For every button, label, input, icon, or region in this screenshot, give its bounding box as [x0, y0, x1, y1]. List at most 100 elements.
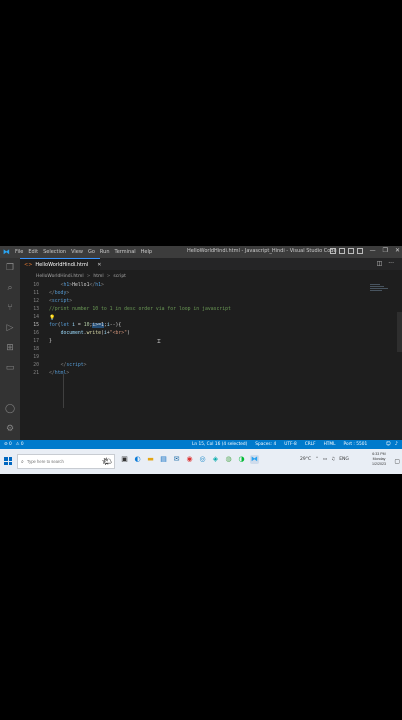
taskbar-clock[interactable]: 6:33 PM Monday 1/2/2023 [368, 452, 390, 467]
editor-scrollbar[interactable] [397, 312, 402, 352]
html-file-icon: <> [24, 261, 33, 268]
tray-chevron-icon[interactable]: ⌃ [315, 457, 319, 462]
file-explorer-icon[interactable]: ▬ [146, 455, 155, 464]
mail-icon[interactable]: ✉ [172, 455, 181, 464]
customize-layout-icon[interactable] [357, 248, 363, 254]
cursor-position[interactable]: Ln 15, Col 16 (4 selected) [192, 442, 247, 447]
minimap-line [370, 288, 388, 289]
close-tab-icon[interactable]: ✕ [97, 262, 101, 268]
line-code: for(let i = 10;i>=1;i--){ [49, 322, 121, 330]
lightbulb-icon[interactable]: 💡 [49, 315, 55, 321]
breadcrumb-script[interactable]: script [113, 274, 126, 279]
menu-run[interactable]: Run [100, 249, 110, 255]
code-line[interactable]: 10 <h1>Hello1</h1> [20, 282, 382, 290]
minimize-button[interactable]: — [370, 247, 376, 254]
menu-terminal[interactable]: Terminal [115, 249, 136, 255]
code-line[interactable]: 18 [20, 346, 382, 354]
remote-icon[interactable]: ▭ [5, 363, 15, 373]
menu-help[interactable]: Help [141, 249, 152, 255]
run-debug-icon[interactable]: ▷ [5, 323, 15, 333]
system-tray: 29°C ⌃ ▭ ♫ ENG [300, 457, 349, 462]
search-icon[interactable]: ⌕ [5, 283, 15, 293]
taskbar-search[interactable]: ⌕ 🌤 [17, 454, 115, 469]
clock-date: 1/2/2023 [372, 462, 386, 466]
editor-actions: ◫ ··· [377, 260, 394, 267]
close-window-button[interactable]: ✕ [395, 247, 400, 254]
code-token: i>=1 [92, 323, 104, 328]
line-number: 18 [33, 347, 39, 352]
toggle-sidebar-icon[interactable] [330, 248, 336, 254]
volume-icon[interactable]: ♫ [331, 457, 335, 462]
line-number: 17 [33, 339, 39, 344]
feedback-icon[interactable]: ☺ [386, 441, 391, 447]
errors-count[interactable]: ⊘ 0 [4, 442, 12, 447]
indentation[interactable]: Spaces: 4 [255, 442, 276, 447]
settings-gear-icon[interactable]: ⚙ [5, 424, 15, 434]
status-right: Ln 15, Col 16 (4 selected) Spaces: 4 UTF… [192, 442, 367, 447]
code-line[interactable]: 14 💡 [20, 314, 382, 322]
app-icon-4[interactable]: ◑ [237, 455, 246, 464]
store-icon[interactable]: ▤ [159, 455, 168, 464]
input-language[interactable]: ENG [339, 457, 349, 462]
code-line[interactable]: 16 document.write(i+"<br>") [20, 330, 382, 338]
menu-view[interactable]: View [71, 249, 83, 255]
language-mode[interactable]: HTML [324, 442, 336, 447]
app-icon-2[interactable]: ◈ [211, 455, 220, 464]
weather-temp[interactable]: 29°C [300, 457, 311, 462]
more-actions-icon[interactable]: ··· [388, 260, 394, 267]
end-of-line[interactable]: CRLF [305, 442, 316, 447]
explorer-icon[interactable]: ❐ [5, 263, 15, 273]
vscode-taskbar-icon[interactable]: ⧓ [250, 455, 259, 464]
menu-edit[interactable]: Edit [28, 249, 38, 255]
code-line[interactable]: 12 <script> [20, 298, 382, 306]
breadcrumb-file[interactable]: HelloWorldHindi.html [36, 274, 84, 279]
taskbar-search-input[interactable] [26, 459, 87, 464]
minimap-line [370, 284, 380, 285]
code-line[interactable]: 15 for(let i = 10;i>=1;i--){ [20, 322, 382, 330]
app-icon-3[interactable]: ◍ [224, 455, 233, 464]
code-line[interactable]: 13 //print number 10 to 1 in desc order v… [20, 306, 382, 314]
search-icon: ⌕ [21, 458, 24, 465]
line-code: document.write(i+"<br>") [49, 330, 130, 338]
toggle-secondary-sidebar-icon[interactable] [348, 248, 354, 254]
notification-center-icon[interactable]: ▢ [394, 458, 400, 465]
network-icon[interactable]: ▭ [323, 457, 327, 462]
status-end: ☺ ♪ [386, 441, 398, 447]
code-line[interactable]: 21 </html> [20, 370, 382, 378]
extensions-icon[interactable]: ⊞ [5, 343, 15, 353]
toggle-panel-icon[interactable] [339, 248, 345, 254]
maximize-button[interactable]: ❐ [383, 247, 388, 254]
live-server-port[interactable]: Port : 5501 [344, 442, 368, 447]
account-icon[interactable]: ◯ [5, 404, 15, 414]
code-line[interactable]: 11 </body> [20, 290, 382, 298]
encoding[interactable]: UTF-8 [284, 442, 297, 447]
line-number: 12 [33, 299, 39, 304]
notifications-bell-icon[interactable]: ♪ [395, 441, 398, 447]
line-number: 14 [33, 315, 39, 320]
app-icon[interactable]: ◎ [198, 455, 207, 464]
code-token: } [49, 339, 52, 344]
code-line[interactable]: 19 [20, 354, 382, 362]
code-line[interactable]: 20 </script> [20, 362, 382, 370]
split-editor-icon[interactable]: ◫ [377, 260, 383, 267]
menu-selection[interactable]: Selection [43, 249, 66, 255]
code-editor[interactable]: 10 <h1>Hello1</h1> 11 </body> 12 <script> 13/… [20, 282, 402, 440]
chrome-icon[interactable]: ◉ [185, 455, 194, 464]
breadcrumb-html[interactable]: html [93, 274, 103, 279]
warnings-count[interactable]: ⚠ 0 [16, 442, 24, 447]
menu-go[interactable]: Go [88, 249, 95, 255]
menu-file[interactable]: File [15, 249, 23, 255]
code-line[interactable]: 17} [20, 338, 382, 346]
minimap[interactable] [370, 284, 392, 304]
windows-start-icon[interactable] [4, 457, 12, 465]
tab-hello-world-hindi[interactable]: <> HelloWorldHindi.html ✕ [20, 258, 101, 270]
line-number: 20 [33, 363, 39, 368]
code-token: for [49, 323, 58, 328]
code-token: "<br>" [109, 331, 128, 336]
task-view-icon[interactable]: ▣ [120, 455, 129, 464]
edge-icon[interactable]: ◐ [133, 455, 142, 464]
source-control-icon[interactable]: ⑂ [5, 303, 15, 313]
